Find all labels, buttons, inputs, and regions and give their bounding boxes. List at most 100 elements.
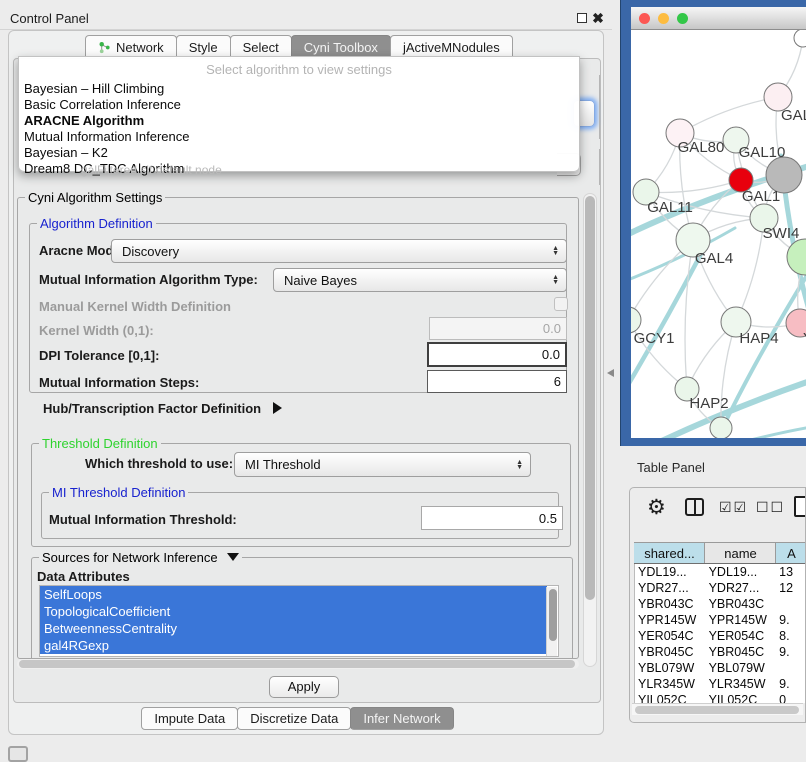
aracne-mode-select[interactable]: Discovery ▲▼	[111, 239, 567, 263]
float-panel-icon[interactable]	[577, 13, 587, 23]
network-node[interactable]	[710, 417, 732, 438]
node-label-hap2: HAP2	[689, 395, 728, 412]
node-label-gal4: GAL4	[695, 250, 733, 267]
network-icon	[98, 41, 111, 54]
table-row[interactable]: YIL052CYIL052C0	[635, 692, 806, 703]
tab-select[interactable]: Select	[230, 35, 292, 58]
algorithm-option[interactable]: Bayesian – Hill Climbing	[19, 81, 579, 97]
table-row[interactable]: YER054CYER054C8.	[635, 628, 806, 644]
groupbox-border-fragment	[599, 75, 600, 139]
tab-network[interactable]: Network	[85, 35, 177, 58]
table-cell: YBR045C	[635, 644, 706, 660]
close-panel-icon[interactable]: ✖	[592, 12, 604, 24]
column-header[interactable]: name	[705, 543, 776, 563]
kernel-width-input[interactable]	[429, 317, 567, 340]
settings-horizontal-scrollbar[interactable]	[17, 659, 579, 669]
table-cell: YDL19...	[706, 564, 777, 580]
network-window-titlebar[interactable]	[631, 7, 806, 30]
mi-threshold-input[interactable]	[421, 506, 563, 530]
scrollbar-thumb[interactable]	[549, 589, 557, 641]
table-horizontal-scrollbar[interactable]	[632, 703, 803, 715]
table-cell	[776, 596, 806, 612]
table-cell: YDR27...	[706, 580, 777, 596]
network-edge	[736, 218, 764, 322]
bottom-tab-impute-data[interactable]: Impute Data	[141, 707, 238, 730]
manual-kernel-checkbox[interactable]	[554, 297, 568, 311]
which-threshold-select[interactable]: MI Threshold ▲▼	[234, 452, 531, 477]
node-label-swi4: SWI4	[763, 225, 800, 242]
table-row[interactable]: YLR345WYLR345W9.	[635, 676, 806, 692]
attribute-item[interactable]: TopologicalCoefficient	[40, 603, 547, 620]
algorithm-option[interactable]: Bayesian – K2	[19, 145, 579, 161]
table-cell: YDL19...	[635, 564, 706, 580]
deselect-all-columns-icon[interactable]: ☐☐	[756, 499, 785, 516]
column-header[interactable]: A	[776, 543, 806, 563]
mouse-cursor	[607, 369, 614, 377]
table-cell: YLR345W	[635, 676, 706, 692]
network-node[interactable]	[787, 239, 806, 275]
bottom-tab-discretize-data[interactable]: Discretize Data	[237, 707, 351, 730]
tab-style[interactable]: Style	[176, 35, 231, 58]
algorithm-dropdown-popup: Select algorithm to view settings Bayesi…	[18, 56, 580, 172]
node-table[interactable]: shared...nameA YDL19...YDL19...13YDR27..…	[634, 542, 806, 703]
tab-label: Select	[243, 40, 279, 55]
kernel-width-label: Kernel Width (0,1):	[39, 323, 154, 338]
mi-steps-input[interactable]	[427, 370, 567, 393]
node-label-gal10: GAL10	[739, 144, 786, 161]
new-document-icon[interactable]	[794, 496, 806, 517]
hub-definition-toggle[interactable]: Hub/Transcription Factor Definition	[43, 401, 282, 416]
table-cell: YDR27...	[635, 580, 706, 596]
network-canvas[interactable]: GALGAL80GAL10GAL1GAL11SWI4GAL4GCY1HAP4YH…	[631, 30, 806, 438]
settings-vertical-scrollbar[interactable]	[583, 193, 597, 667]
tab-jactivemnodules[interactable]: jActiveMNodules	[390, 35, 513, 58]
attributes-list-scrollbar[interactable]	[546, 587, 557, 657]
select-all-columns-icon[interactable]: ☑☑	[719, 499, 748, 516]
attribute-item[interactable]: BetweennessCentrality	[40, 620, 547, 637]
table-row[interactable]: YBR045CYBR045C9.	[635, 644, 806, 660]
table-row[interactable]: YDR27...YDR27...12	[635, 580, 806, 596]
minimize-traffic-light-icon[interactable]	[658, 13, 669, 24]
manual-kernel-label: Manual Kernel Width Definition	[39, 299, 231, 314]
panel-grip-icon[interactable]	[8, 746, 28, 762]
scrollbar-thumb[interactable]	[635, 706, 799, 714]
hub-definition-label: Hub/Transcription Factor Definition	[43, 401, 261, 416]
expanded-arrow-icon[interactable]	[227, 553, 239, 561]
table-cell: YBL079W	[706, 660, 777, 676]
algorithm-option[interactable]: Mutual Information Inference	[19, 129, 579, 145]
bottom-tab-infer-network[interactable]: Infer Network	[350, 707, 453, 730]
control-panel-bottom-tabs: Impute DataDiscretize DataInfer Network	[0, 707, 596, 730]
network-graph[interactable]: GALGAL80GAL10GAL1GAL11SWI4GAL4GCY1HAP4YH…	[631, 30, 806, 438]
gear-icon[interactable]: ⚙	[647, 495, 666, 520]
table-row[interactable]: YBR043CYBR043C	[635, 596, 806, 612]
data-attributes-list[interactable]: SelfLoopsTopologicalCoefficientBetweenne…	[39, 585, 559, 657]
table-panel-title: Table Panel	[637, 460, 705, 475]
table-row[interactable]: YDL19...YDL19...13	[635, 564, 806, 580]
stepper-icon: ▲▼	[516, 460, 523, 470]
scrollbar-thumb[interactable]	[19, 660, 575, 668]
node-label-gal1: GAL1	[742, 188, 780, 205]
column-header[interactable]: shared...	[634, 543, 705, 563]
network-view-window[interactable]: GALGAL80GAL10GAL1GAL11SWI4GAL4GCY1HAP4YH…	[620, 0, 806, 446]
table-cell	[776, 660, 806, 676]
zoom-traffic-light-icon[interactable]	[677, 13, 688, 24]
columns-icon[interactable]	[685, 498, 704, 516]
table-cell: YLR345W	[706, 676, 777, 692]
collapsed-arrow-icon[interactable]	[273, 402, 282, 414]
dpi-tolerance-input[interactable]	[427, 342, 567, 367]
network-node[interactable]	[794, 30, 806, 47]
mi-type-select[interactable]: Naive Bayes ▲▼	[273, 268, 567, 292]
table-row[interactable]: YBL079WYBL079W	[635, 660, 806, 676]
scrollbar-thumb[interactable]	[585, 196, 595, 600]
attribute-item[interactable]: gal4RGexp	[40, 637, 547, 654]
algorithm-option[interactable]: ARACNE Algorithm	[19, 113, 579, 129]
algorithm-option[interactable]: Basic Correlation Inference	[19, 97, 579, 113]
table-cell: 9.	[776, 644, 806, 660]
tab-cyni-toolbox[interactable]: Cyni Toolbox	[291, 35, 391, 58]
table-row[interactable]: YPR145WYPR145W9.	[635, 612, 806, 628]
apply-button[interactable]: Apply	[269, 676, 339, 698]
mi-threshold-fieldwrap	[421, 506, 563, 530]
algorithm-placeholder: Select algorithm to view settings	[19, 57, 579, 81]
close-traffic-light-icon[interactable]	[639, 13, 650, 24]
attribute-item[interactable]: SelfLoops	[40, 586, 547, 603]
node-label-gcy1: GCY1	[634, 330, 675, 347]
